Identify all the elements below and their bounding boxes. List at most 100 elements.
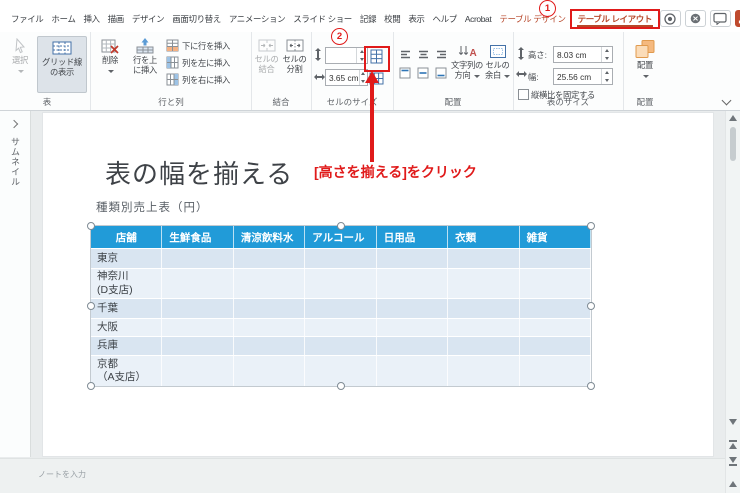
table-cell[interactable]: 兵庫: [91, 337, 163, 355]
vertical-scrollbar[interactable]: [725, 111, 740, 493]
table-height-value[interactable]: 8.03 cm: [554, 47, 601, 62]
table-cell[interactable]: [305, 249, 377, 268]
table-cell[interactable]: [520, 319, 591, 336]
table-cell[interactable]: [520, 249, 591, 268]
arrange-button[interactable]: 配置: [629, 38, 661, 82]
table-cell[interactable]: [234, 249, 306, 268]
comments-button[interactable]: [709, 10, 731, 27]
select-button[interactable]: 選択: [6, 37, 34, 77]
previous-slide-button[interactable]: [728, 439, 738, 449]
table-cell[interactable]: [520, 356, 591, 386]
tab-記録[interactable]: 記録: [356, 9, 380, 29]
tab-デザイン[interactable]: デザイン: [128, 9, 168, 29]
slide-subtitle[interactable]: 種類別売上表（円）: [96, 199, 209, 215]
table-cell[interactable]: [520, 337, 591, 355]
table-header-cell[interactable]: 清涼飲料水: [233, 226, 306, 248]
table-cell[interactable]: 東京: [91, 249, 163, 268]
record-button[interactable]: [659, 10, 681, 27]
notes-scroll-up-button[interactable]: [728, 481, 738, 487]
align-middle-button[interactable]: [415, 65, 431, 81]
table-cell[interactable]: [234, 356, 306, 386]
insert-column-left-button[interactable]: 列を左に挿入: [166, 56, 230, 69]
table-cell[interactable]: [162, 319, 234, 336]
tab-画面切り替え[interactable]: 画面切り替え: [168, 9, 225, 29]
expand-thumbnails-icon[interactable]: [9, 119, 19, 129]
insert-row-below-button[interactable]: 下に行を挿入: [166, 39, 230, 52]
table-width-spinner[interactable]: 25.56 cm: [553, 68, 613, 85]
table-cell[interactable]: [448, 337, 520, 355]
scrollbar-thumb[interactable]: [730, 127, 736, 161]
table-cell[interactable]: [377, 249, 449, 268]
table-height-spinner[interactable]: 8.03 cm: [553, 46, 613, 63]
table-cell[interactable]: 大阪: [91, 319, 163, 336]
merge-cells-button[interactable]: セルの 結合: [253, 37, 280, 76]
table-cell[interactable]: [162, 249, 234, 268]
table-cell[interactable]: [377, 299, 449, 318]
table-cell[interactable]: [234, 319, 306, 336]
text-direction-button[interactable]: A 文字列の 方向: [451, 43, 483, 82]
table-cell[interactable]: 千葉: [91, 299, 163, 318]
tab-表示[interactable]: 表示: [404, 9, 428, 29]
table-resize-handle[interactable]: [337, 222, 345, 230]
table-cell[interactable]: [234, 337, 306, 355]
tab-挿入[interactable]: 挿入: [79, 9, 103, 29]
table-height-up[interactable]: [602, 47, 612, 55]
slide-table[interactable]: 店舗 生鮮食品 清涼飲料水 アルコール 日用品 衣類 雑貨 東京 神奈川 (D支店) 千葉 大阪兵…: [87, 222, 595, 390]
insert-column-right-button[interactable]: 列を右に挿入: [166, 73, 230, 86]
table-resize-handle[interactable]: [337, 382, 345, 390]
tab-テーブル レイアウト[interactable]: テーブル レイアウト: [569, 8, 660, 29]
table-cell[interactable]: [162, 299, 234, 318]
tab-ヘルプ[interactable]: ヘルプ: [429, 9, 461, 29]
table-cell[interactable]: 京都 （A支店）: [91, 356, 163, 386]
collapse-ribbon-chevron-icon[interactable]: [721, 95, 732, 106]
share-button[interactable]: [734, 10, 740, 27]
view-gridlines-toggle[interactable]: グリッド線 の表示: [37, 36, 87, 93]
tab-ファイル[interactable]: ファイル: [7, 9, 47, 29]
table-cell[interactable]: [162, 356, 234, 386]
table-width-value[interactable]: 25.56 cm: [554, 69, 601, 84]
scroll-down-button[interactable]: [728, 419, 738, 425]
table-header-cell[interactable]: 生鮮食品: [162, 226, 234, 248]
table-height-down[interactable]: [602, 54, 612, 62]
table-cell[interactable]: [377, 356, 449, 386]
table-resize-handle[interactable]: [587, 382, 595, 390]
table-cell[interactable]: 神奈川 (D支店): [91, 269, 163, 298]
table-cell[interactable]: [162, 337, 234, 355]
tab-アニメーション[interactable]: アニメーション: [225, 9, 289, 29]
notes-pane[interactable]: ノートを入力: [0, 458, 726, 493]
table-cell[interactable]: [448, 249, 520, 268]
align-left-button[interactable]: [397, 46, 413, 62]
cell-width-value[interactable]: 3.65 cm: [326, 70, 359, 85]
delete-button[interactable]: 削除: [95, 37, 125, 77]
cell-height-spinner[interactable]: [325, 47, 368, 64]
table-cell[interactable]: [448, 299, 520, 318]
table-width-down[interactable]: [602, 76, 612, 84]
table-cell[interactable]: [234, 269, 306, 298]
table-cell[interactable]: [234, 299, 306, 318]
table-width-up[interactable]: [602, 69, 612, 77]
tab-描画[interactable]: 描画: [104, 9, 128, 29]
tab-テーブル デザイン[interactable]: テーブル デザイン: [495, 9, 569, 29]
table-cell[interactable]: [305, 269, 377, 298]
table-cell[interactable]: [377, 269, 449, 298]
tab-Acrobat[interactable]: Acrobat: [461, 10, 496, 28]
slide-title[interactable]: 表の幅を揃える: [105, 154, 293, 191]
cell-margins-button[interactable]: セルの 余白: [484, 43, 511, 82]
align-center-button[interactable]: [415, 46, 431, 62]
tab-スライド ショー[interactable]: スライド ショー: [289, 9, 356, 29]
table-resize-handle[interactable]: [87, 222, 95, 230]
cell-width-spinner[interactable]: 3.65 cm: [325, 69, 368, 86]
insert-row-above-button[interactable]: 行を上 に挿入: [128, 37, 162, 77]
scroll-up-button[interactable]: [728, 115, 738, 121]
cell-height-value[interactable]: [326, 48, 356, 63]
table-cell[interactable]: [377, 337, 449, 355]
tab-ホーム[interactable]: ホーム: [47, 9, 79, 29]
table-resize-handle[interactable]: [587, 222, 595, 230]
table-header-cell[interactable]: 店舗: [91, 226, 163, 248]
tab-校閲[interactable]: 校閲: [380, 9, 404, 29]
badge-button[interactable]: [684, 10, 706, 27]
table-cell[interactable]: [305, 337, 377, 355]
thumbnail-pane[interactable]: サムネイル: [0, 111, 31, 457]
table-resize-handle[interactable]: [87, 382, 95, 390]
notes-placeholder[interactable]: ノートを入力: [38, 469, 86, 480]
